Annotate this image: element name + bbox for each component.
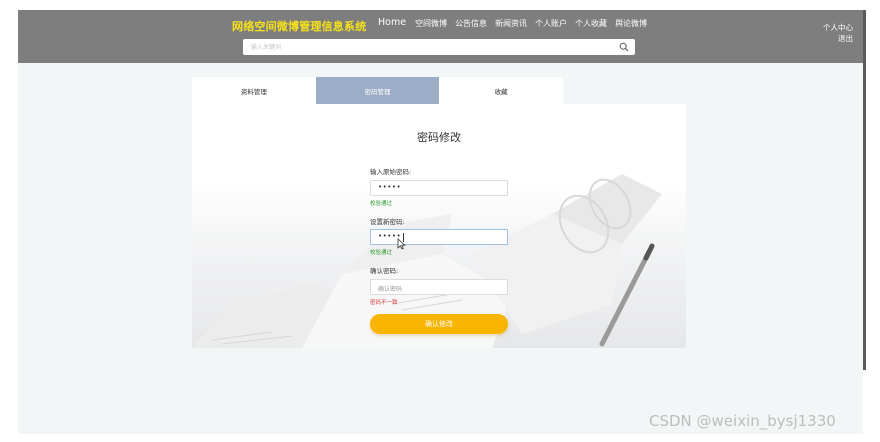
search-icon[interactable] (619, 42, 629, 52)
old-password-value: ••••• (378, 183, 402, 191)
confirm-password-hint: 密码不一致 (370, 300, 398, 306)
window-scrollbar[interactable] (863, 10, 866, 370)
tab-favorites[interactable]: 收藏 (439, 77, 563, 104)
form-title: 密码修改 (417, 131, 461, 144)
old-password-field[interactable]: ••••• (370, 180, 508, 196)
search-bar (243, 39, 635, 55)
csdn-watermark: CSDN @weixin_bysj1330 (649, 412, 836, 430)
confirm-change-button[interactable]: 确认修改 (370, 314, 508, 334)
confirm-password-placeholder: 确认密码 (378, 286, 403, 293)
nav-news[interactable]: 新闻资讯 (495, 18, 527, 29)
confirm-password-field[interactable]: 确认密码 (370, 279, 508, 295)
new-password-label: 设置新密码: (370, 218, 405, 226)
nav-public-opinion-weibo[interactable]: 舆论微博 (615, 18, 647, 29)
nav-personal-favorites[interactable]: 个人收藏 (575, 18, 607, 29)
old-password-label: 输入原始密码: (370, 168, 412, 176)
app-window: 网络空间微博管理信息系统 Home 空间微博 公告信息 新闻资讯 个人账户 个人… (18, 10, 863, 434)
confirm-password-label: 确认密码: (370, 267, 399, 275)
nav-space-weibo[interactable]: 空间微博 (415, 18, 447, 29)
site-brand[interactable]: 网络空间微博管理信息系统 (232, 18, 366, 34)
old-password-hint: 校验通过 (370, 201, 393, 207)
nav-personal-account[interactable]: 个人账户 (535, 18, 567, 29)
new-password-hint: 校验通过 (370, 250, 393, 256)
nav-home[interactable]: Home (378, 17, 406, 28)
top-navigation-bar: 网络空间微博管理信息系统 Home 空间微博 公告信息 新闻资讯 个人账户 个人… (18, 10, 863, 63)
user-links: 个人中心 退出 (823, 22, 853, 44)
user-center-link[interactable]: 个人中心 (823, 22, 853, 33)
account-tabs: 资料管理 密码管理 收藏 (192, 77, 563, 104)
tab-profile[interactable]: 资料管理 (192, 77, 316, 104)
nav-announcements[interactable]: 公告信息 (455, 18, 487, 29)
logout-link[interactable]: 退出 (823, 33, 853, 44)
search-input[interactable] (243, 39, 611, 55)
main-nav: Home 空间微博 公告信息 新闻资讯 个人账户 个人收藏 舆论微博 (378, 17, 655, 29)
password-panel: 密码修改 输入原始密码: ••••• 校验通过 设置新密码: ••••• 校验通… (192, 104, 686, 348)
tab-password[interactable]: 密码管理 (315, 77, 440, 104)
mouse-cursor-icon (397, 238, 406, 250)
new-password-field[interactable]: ••••• (370, 229, 508, 245)
